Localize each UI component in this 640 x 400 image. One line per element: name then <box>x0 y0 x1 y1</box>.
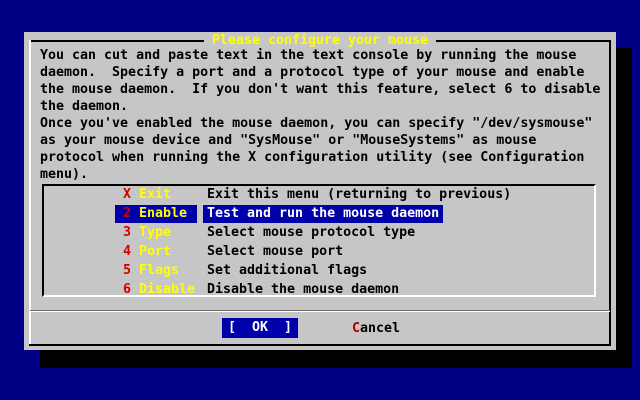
menu-item-label: Flags <box>139 263 179 278</box>
menu-item-label: Type <box>139 225 171 240</box>
body-line: as your mouse device and "SysMouse" or "… <box>40 132 600 149</box>
menu-item-tag: 2 Enable <box>115 205 197 223</box>
body-line: daemon. Specify a port and a protocol ty… <box>40 64 600 81</box>
button-separator <box>30 310 610 312</box>
menu-item-description: Select mouse protocol type <box>203 224 419 242</box>
menu-item-key: X <box>123 187 131 202</box>
menu-box: X Exit Exit this menu (returning to prev… <box>42 184 596 297</box>
menu-item-key: 6 <box>123 282 131 297</box>
body-line: the daemon. <box>40 98 600 115</box>
menu-item-label: Enable <box>139 206 187 221</box>
dialog-border-left <box>29 40 31 346</box>
menu-item-key: 4 <box>123 244 131 259</box>
dialog-border-bottom <box>29 344 611 346</box>
cancel-hotkey: C <box>352 321 360 336</box>
cancel-button[interactable]: Cancel <box>352 320 400 338</box>
menu-item-description: Set additional flags <box>203 262 371 280</box>
menu-item-label: Port <box>139 244 171 259</box>
menu-item-key: 5 <box>123 263 131 278</box>
menu-item-key: 2 <box>123 206 131 221</box>
menu-item-description: Disable the mouse daemon <box>203 281 403 299</box>
body-line: Once you've enabled the mouse daemon, yo… <box>40 115 600 132</box>
menu-item-label: Exit <box>139 187 171 202</box>
menu-item-enable[interactable]: 2 Enable Test and run the mouse daemon <box>44 205 594 224</box>
dialog-body-text: You can cut and paste text in the text c… <box>40 47 600 183</box>
menu-item-flags[interactable]: 5 Flags Set additional flags <box>44 262 594 281</box>
body-line: You can cut and paste text in the text c… <box>40 47 600 64</box>
menu-item-description: Test and run the mouse daemon <box>203 205 443 223</box>
dialog-border-right <box>609 40 611 346</box>
menu-item-disable[interactable]: 6 Disable Disable the mouse daemon <box>44 281 594 300</box>
screen: { "window": { "title": "Please configure… <box>0 0 640 400</box>
menu-item-type[interactable]: 3 Type Select mouse protocol type <box>44 224 594 243</box>
menu-item-label: Disable <box>139 282 195 297</box>
menu-item-exit[interactable]: X Exit Exit this menu (returning to prev… <box>44 186 594 205</box>
menu-item-tag: X Exit <box>115 186 197 204</box>
cancel-label: ancel <box>360 321 400 336</box>
menu-item-tag: 3 Type <box>115 224 197 242</box>
menu-item-port[interactable]: 4 Port Select mouse port <box>44 243 594 262</box>
mouse-config-dialog: Please configure your mouse You can cut … <box>24 32 616 350</box>
menu-item-description: Exit this menu (returning to previous) <box>203 186 515 204</box>
body-line: the mouse daemon. If you don't want this… <box>40 81 600 98</box>
menu-item-tag: 4 Port <box>115 243 197 261</box>
dialog-title: Please configure your mouse <box>204 33 436 48</box>
menu-item-tag: 6 Disable <box>115 281 197 299</box>
body-line: menu). <box>40 166 600 183</box>
menu-item-key: 3 <box>123 225 131 240</box>
ok-button[interactable]: [ OK ] <box>222 318 298 338</box>
menu-item-description: Select mouse port <box>203 243 347 261</box>
menu-item-tag: 5 Flags <box>115 262 197 280</box>
body-line: protocol when running the X configuratio… <box>40 149 600 166</box>
